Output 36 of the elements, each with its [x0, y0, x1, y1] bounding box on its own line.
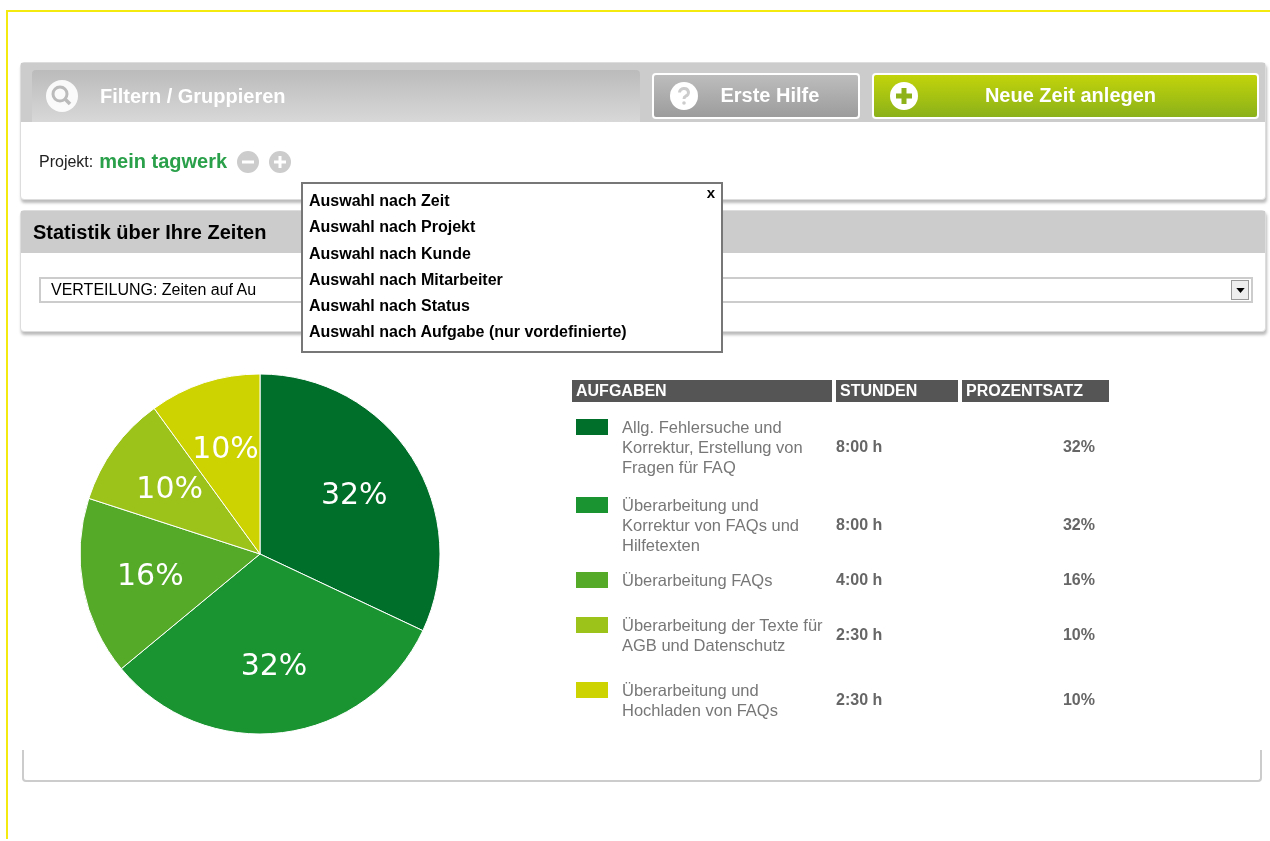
menu-item[interactable]: Auswahl nach Zeit [309, 188, 450, 215]
slice-label: 10% [192, 429, 259, 465]
column-header: PROZENTSATZ [962, 380, 1109, 402]
percent-value: 16% [1062, 570, 1095, 588]
percent-value: 32% [1062, 438, 1095, 455]
task-name: Allg. Fehlersuche und Korrektur, Erstellung von Fragen für FAQ [622, 417, 804, 477]
hours-value: 8:00 h [836, 515, 883, 533]
plus-icon [889, 81, 918, 110]
percent-value: 32% [1062, 515, 1095, 533]
task-name: Überarbeitung der Texte für AGB und Datenschutz [622, 614, 824, 655]
task-name: Überarbeitung FAQs [622, 569, 774, 590]
section-title: Statistik über Ihre Zeiten [33, 220, 267, 244]
slice-label: 32% [240, 646, 308, 682]
column-header: AUFGABEN [572, 380, 832, 402]
minus-icon[interactable] [237, 150, 260, 173]
slice-label: 16% [117, 556, 184, 592]
project-label: Projekt: [39, 152, 94, 171]
hours-value: 8:00 h [836, 438, 883, 455]
column-header: STUNDEN [836, 380, 958, 402]
menu-item[interactable]: Auswahl nach Kunde [309, 240, 471, 267]
search-icon [46, 80, 78, 112]
percent-value: 10% [1062, 625, 1095, 643]
task-name: Überarbeitung und Korrektur von FAQs und Hilfetexten [622, 494, 800, 555]
slice-label: 10% [136, 470, 204, 506]
plus-icon[interactable] [269, 150, 292, 173]
question-icon [670, 81, 699, 110]
hours-value: 2:30 h [836, 690, 883, 708]
percent-value: 10% [1062, 690, 1095, 708]
hours-value: 2:30 h [836, 625, 883, 643]
hours-value: 4:00 h [836, 570, 883, 588]
task-name: Überarbeitung und Hochladen von FAQs [622, 679, 779, 720]
project-value: mein tagwerk [99, 150, 228, 173]
slice-label: 32% [320, 476, 388, 512]
menu-item[interactable]: Auswahl nach Projekt [309, 214, 476, 241]
close-button[interactable]: x [706, 184, 715, 201]
menu-item[interactable]: Auswahl nach Aufgabe (nur vordefinierte) [309, 319, 627, 346]
